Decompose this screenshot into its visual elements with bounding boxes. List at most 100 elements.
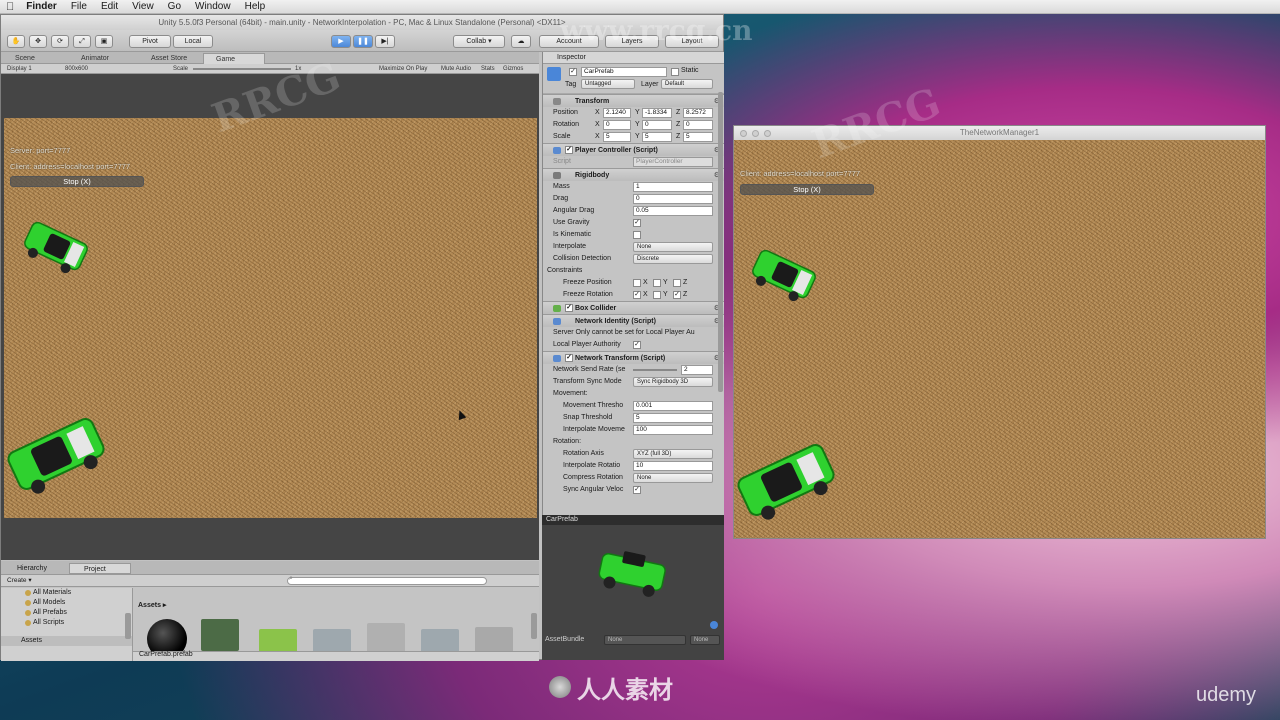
cloud-icon[interactable]: ☁ [511, 35, 531, 48]
gizmos-dropdown[interactable]: Gizmos [503, 64, 523, 74]
tab-asset-store[interactable]: Asset Store [139, 53, 201, 64]
close-icon[interactable] [740, 130, 747, 137]
rect-tool-icon[interactable]: ▣ [95, 35, 113, 48]
hand-tool-icon[interactable]: ✋ [7, 35, 25, 48]
rotation-y-field[interactable]: 0 [642, 120, 672, 130]
pause-button-icon[interactable]: ❚❚ [353, 35, 373, 48]
tab-inspector[interactable]: Inspector [543, 52, 724, 64]
rigidbody-header[interactable]: Rigidbody ⚙ [543, 168, 724, 181]
layer-dropdown[interactable]: Default [661, 79, 713, 89]
search-input[interactable] [287, 577, 487, 585]
tag-dropdown[interactable]: Untagged [581, 79, 635, 89]
active-checkbox[interactable]: ✓ [569, 68, 577, 76]
favorite-item[interactable]: All Scripts [1, 618, 132, 628]
sync-angular-checkbox[interactable]: ✓ [633, 486, 641, 494]
freeze-rot-y-checkbox[interactable] [653, 291, 661, 299]
inspector-scrollbar[interactable] [718, 92, 723, 392]
menu-go[interactable]: Go [168, 1, 181, 12]
assets-breadcrumb[interactable]: Assets ▸ [138, 601, 166, 609]
pivot-button[interactable]: Pivot [129, 35, 171, 48]
drag-field[interactable]: 0 [633, 194, 713, 204]
game-canvas[interactable]: Server: port=7777 Client: address=localh… [4, 118, 537, 518]
apple-icon[interactable]:  [6, 1, 14, 13]
freeze-rot-x-checkbox[interactable]: ✓ [633, 291, 641, 299]
menu-file[interactable]: File [71, 1, 87, 12]
favorite-item[interactable]: All Models [1, 598, 132, 608]
player-controller-header[interactable]: ✓ Player Controller (Script) ⚙ [543, 143, 724, 156]
network-transform-checkbox[interactable]: ✓ [565, 354, 573, 362]
tab-game[interactable]: Game [203, 53, 265, 64]
stop-button[interactable]: Stop (X) [10, 176, 144, 187]
scale-y-field[interactable]: 5 [642, 132, 672, 142]
tab-animator[interactable]: Animator [69, 53, 129, 64]
assets-root-item[interactable]: Assets [1, 636, 132, 646]
tab-scene[interactable]: Scene [3, 53, 59, 64]
create-dropdown[interactable]: Create ▾ [7, 576, 32, 584]
freeze-pos-x-checkbox[interactable] [633, 279, 641, 287]
resolution-dropdown[interactable]: 800x600 [65, 64, 88, 74]
constraints-row[interactable]: Constraints [543, 265, 724, 277]
collision-dropdown[interactable]: Discrete [633, 254, 713, 264]
preview-settings-icon[interactable] [710, 621, 718, 629]
freeze-pos-z-checkbox[interactable] [673, 279, 681, 287]
variant-dropdown[interactable]: None [690, 635, 720, 645]
stop-button[interactable]: Stop (X) [740, 184, 874, 195]
favorite-item[interactable]: All Materials [1, 588, 132, 598]
menu-view[interactable]: View [132, 1, 154, 12]
step-button-icon[interactable]: ▶| [375, 35, 395, 48]
box-collider-header[interactable]: ✓ Box Collider ⚙ [543, 301, 724, 314]
local-authority-checkbox[interactable]: ✓ [633, 341, 641, 349]
mass-field[interactable]: 1 [633, 182, 713, 192]
favorites-scrollbar[interactable] [125, 613, 131, 639]
network-identity-header[interactable]: Network Identity (Script) ⚙ [543, 314, 724, 327]
box-collider-checkbox[interactable]: ✓ [565, 304, 573, 312]
menu-window[interactable]: Window [195, 1, 231, 12]
compress-rotation-dropdown[interactable]: None [633, 473, 713, 483]
car-preview-model[interactable] [592, 545, 672, 601]
maximize-icon[interactable] [764, 130, 771, 137]
movement-threshold-field[interactable]: 0.001 [633, 401, 713, 411]
tab-project[interactable]: Project [69, 563, 131, 574]
stats-toggle[interactable]: Stats [481, 64, 495, 74]
favorite-item[interactable]: All Prefabs [1, 608, 132, 618]
menu-finder[interactable]: Finder [26, 1, 57, 12]
sync-mode-dropdown[interactable]: Sync Rigidbody 3D [633, 377, 713, 387]
transform-component-header[interactable]: Transform ⚙ [543, 94, 724, 107]
position-z-field[interactable]: 8.2572 [683, 108, 713, 118]
rotation-x-field[interactable]: 0 [603, 120, 631, 130]
interpolate-dropdown[interactable]: None [633, 242, 713, 252]
scale-z-field[interactable]: 5 [683, 132, 713, 142]
rotation-z-field[interactable]: 0 [683, 120, 713, 130]
position-x-field[interactable]: 2.1240 [603, 108, 631, 118]
use-gravity-checkbox[interactable]: ✓ [633, 219, 641, 227]
rotate-tool-icon[interactable]: ⟳ [51, 35, 69, 48]
assetbundle-dropdown[interactable]: None [604, 635, 686, 645]
collab-button[interactable]: Collab ▾ [453, 35, 505, 48]
maximize-on-play-toggle[interactable]: Maximize On Play [379, 64, 427, 74]
position-y-field[interactable]: -1.8334 [642, 108, 672, 118]
display-dropdown[interactable]: Display 1 [7, 64, 32, 74]
local-button[interactable]: Local [173, 35, 213, 48]
mute-audio-toggle[interactable]: Mute Audio [441, 64, 471, 74]
assets-scrollbar[interactable] [531, 613, 537, 639]
freeze-rot-z-checkbox[interactable]: ✓ [673, 291, 681, 299]
tab-hierarchy[interactable]: Hierarchy [3, 563, 63, 574]
snap-threshold-field[interactable]: 5 [633, 413, 713, 423]
minimize-icon[interactable] [752, 130, 759, 137]
play-button-icon[interactable]: ▶ [331, 35, 351, 48]
menu-edit[interactable]: Edit [101, 1, 118, 12]
send-rate-slider[interactable] [633, 369, 677, 371]
send-rate-field[interactable]: 2 [681, 365, 713, 375]
object-name-field[interactable]: CarPrefab [581, 67, 667, 77]
scale-x-field[interactable]: 5 [603, 132, 631, 142]
scale-tool-icon[interactable]: ⤢ [73, 35, 91, 48]
static-checkbox[interactable] [671, 68, 679, 76]
network-game-canvas[interactable]: Client: address=localhost port=7777 Stop… [734, 140, 1265, 538]
network-transform-header[interactable]: ✓ Network Transform (Script) ⚙ [543, 351, 724, 364]
is-kinematic-checkbox[interactable] [633, 231, 641, 239]
freeze-pos-y-checkbox[interactable] [653, 279, 661, 287]
interp-rotation-field[interactable]: 10 [633, 461, 713, 471]
interp-movement-field[interactable]: 100 [633, 425, 713, 435]
scale-slider[interactable] [193, 68, 291, 70]
rotation-axis-dropdown[interactable]: XYZ (full 3D) [633, 449, 713, 459]
